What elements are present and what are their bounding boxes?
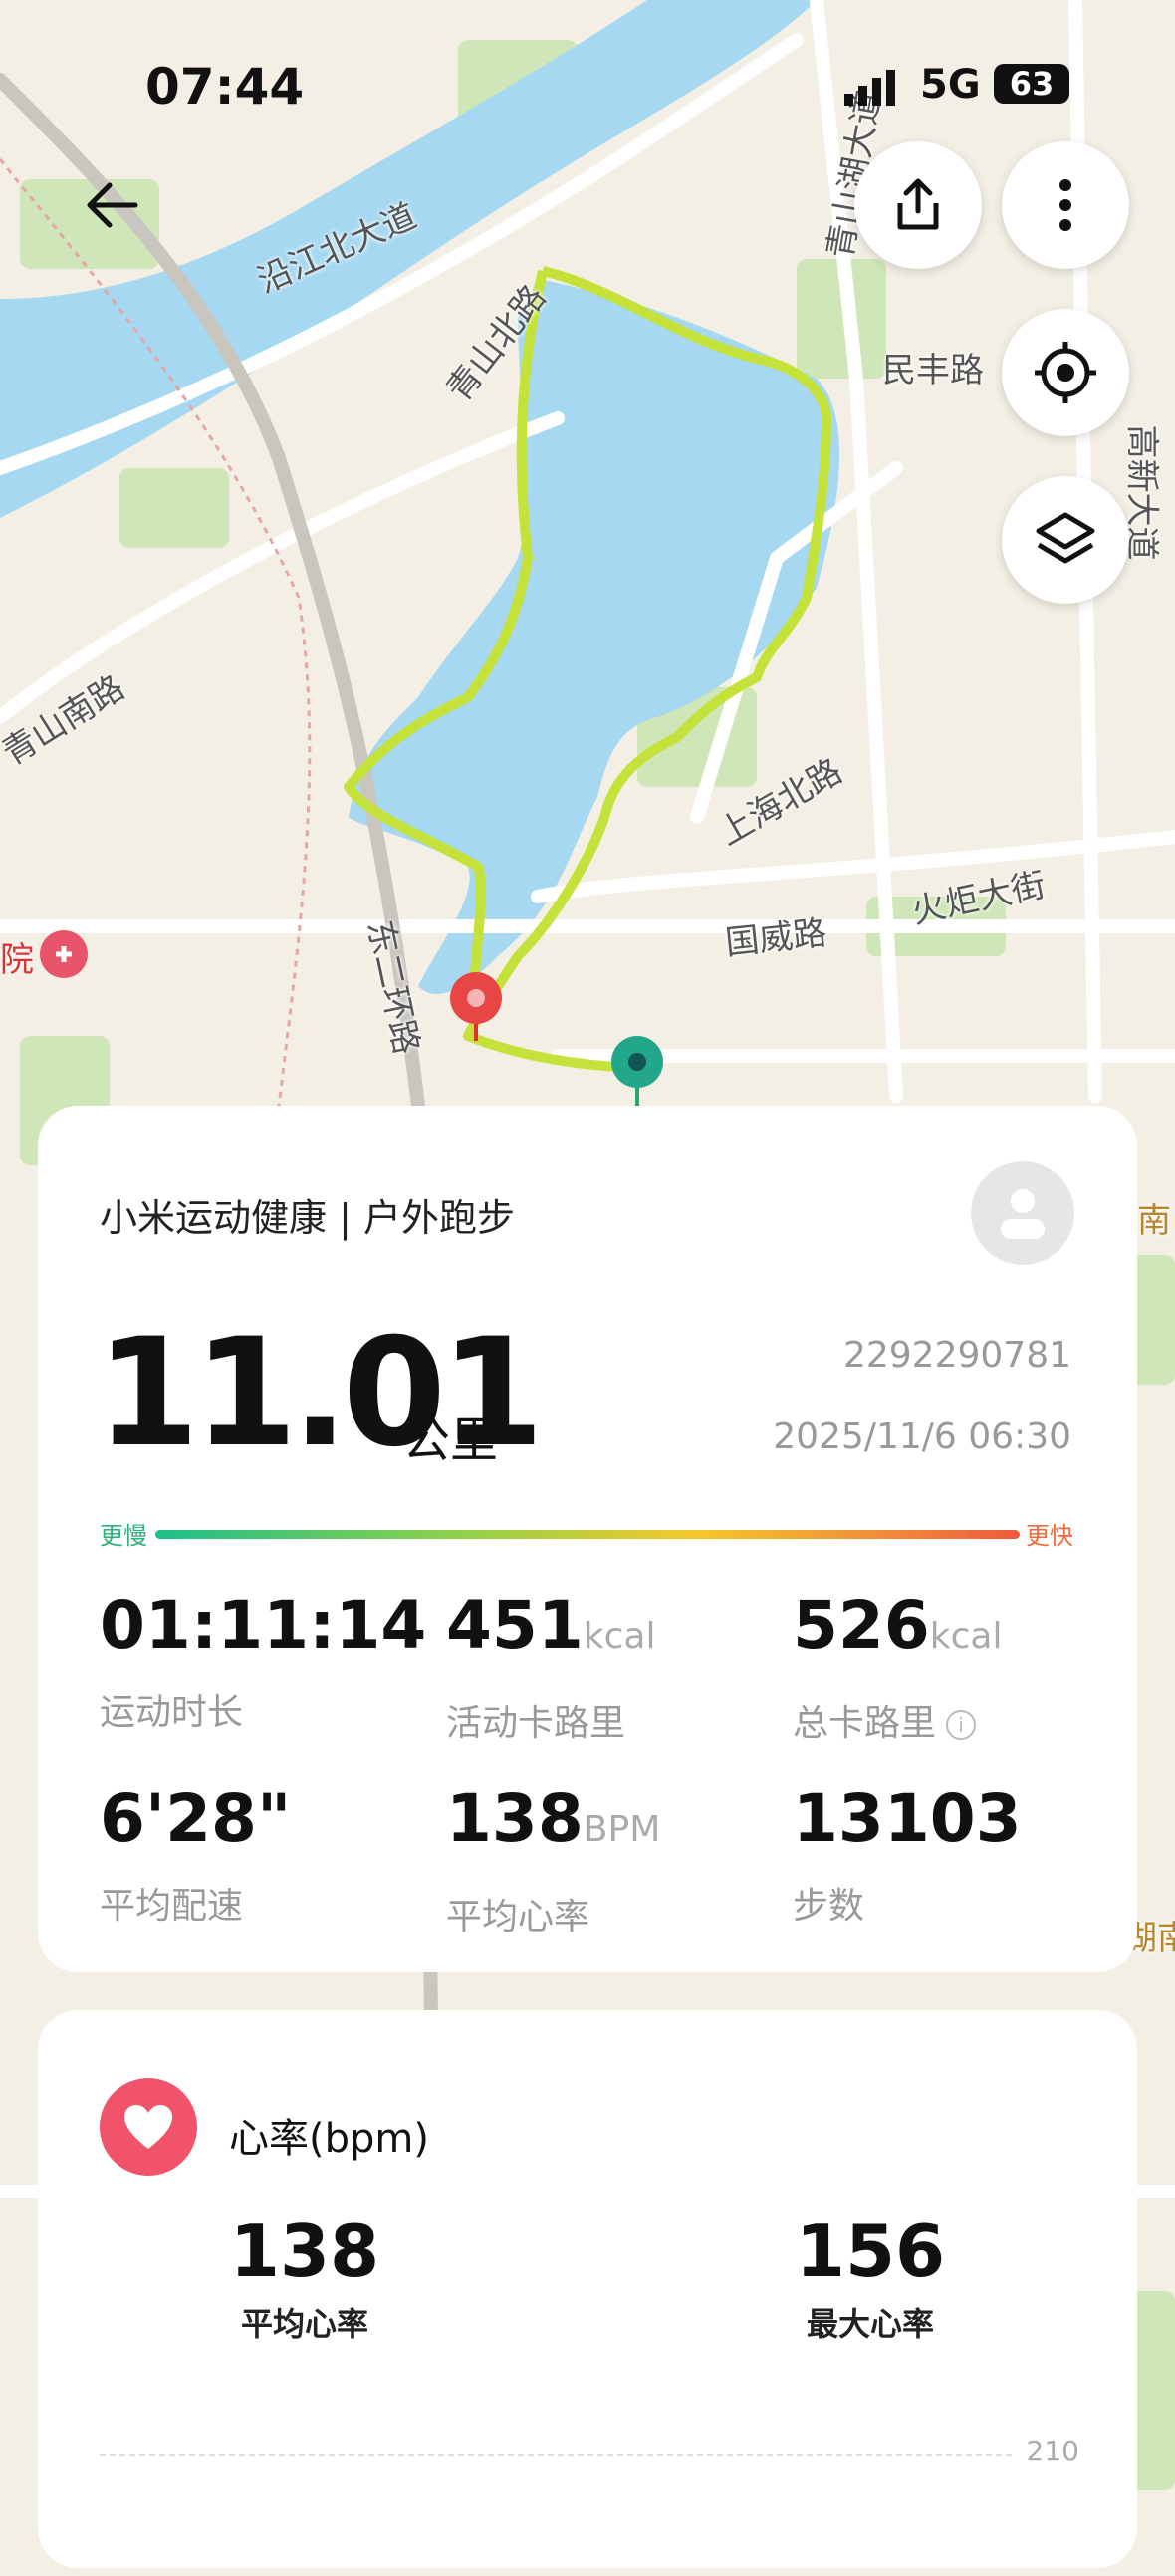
pace-slow-label: 更慢 xyxy=(100,1522,147,1550)
stat-value: 138 xyxy=(446,1780,584,1857)
stat-label: 平均心率 xyxy=(446,1897,590,1937)
back-arrow-icon[interactable] xyxy=(80,175,139,235)
stat-value: 526 xyxy=(793,1587,930,1664)
stat-steps: 13103 步数 xyxy=(793,1779,1111,1929)
heart-rate-axis-top: 210 xyxy=(1026,2435,1079,2467)
map-label-road: 民丰路 xyxy=(882,351,984,390)
stat-unit: kcal xyxy=(929,1616,1003,1657)
heart-rate-max: 156 最大心率 xyxy=(751,2209,990,2345)
heart-rate-avg: 138 平均心率 xyxy=(185,2209,424,2345)
share-icon xyxy=(897,178,939,230)
heart-rate-avg-value: 138 xyxy=(229,2209,380,2293)
heart-rate-chart xyxy=(100,2454,1012,2576)
stat-avg-heart-rate: 138BPM 平均心率 xyxy=(446,1779,765,1939)
more-vertical-icon xyxy=(1059,179,1071,231)
status-time: 07:44 xyxy=(145,58,305,116)
stat-value: 01:11:14 xyxy=(100,1587,427,1664)
stat-value: 6'28" xyxy=(100,1780,292,1857)
stat-label: 活动卡路里 xyxy=(446,1703,626,1744)
stat-label: 总卡路里 xyxy=(793,1703,937,1744)
stat-label: 平均配速 xyxy=(100,1886,244,1927)
stat-unit: BPM xyxy=(583,1809,661,1850)
network-type: 5G xyxy=(920,62,981,108)
heart-rate-avg-label: 平均心率 xyxy=(240,2305,368,2343)
workout-summary-card: 小米运动健康 | 户外跑步 11.01 公里 2292290781 2025/1… xyxy=(38,1106,1137,1972)
battery-icon: 63 xyxy=(994,64,1069,104)
layers-button[interactable] xyxy=(1002,476,1129,604)
heart-icon-badge xyxy=(100,2078,197,2176)
info-icon[interactable]: i xyxy=(946,1710,977,1740)
stat-avg-pace: 6'28" 平均配速 xyxy=(100,1779,418,1929)
status-bar: 07:44 5G 63 xyxy=(0,58,1175,118)
share-button[interactable] xyxy=(854,141,982,269)
heart-icon xyxy=(124,2105,172,2149)
stat-value: 13103 xyxy=(793,1780,1022,1857)
heart-rate-card[interactable]: 心率(bpm) 138 平均心率 156 最大心率 210 xyxy=(38,2010,1137,2568)
stat-value: 451 xyxy=(446,1587,584,1664)
heart-rate-title: 心率(bpm) xyxy=(229,2116,429,2162)
locate-icon xyxy=(1035,342,1096,403)
stat-unit: kcal xyxy=(583,1616,656,1657)
pace-fast-label: 更快 xyxy=(1026,1522,1073,1550)
avatar[interactable] xyxy=(971,1161,1074,1265)
stat-label: 步数 xyxy=(793,1886,865,1927)
record-id: 2292290781 xyxy=(842,1335,1071,1376)
more-options-button[interactable] xyxy=(1002,141,1129,269)
map-label-poi: 院 xyxy=(0,940,34,980)
layers-icon xyxy=(1036,512,1095,564)
map-label-edge: 南 xyxy=(1137,1201,1171,1241)
user-icon xyxy=(1001,1189,1045,1239)
pace-gradient-bar xyxy=(155,1530,1020,1539)
signal-icon xyxy=(844,70,895,106)
locate-button[interactable] xyxy=(1002,309,1129,436)
stat-total-calories: 526kcal 总卡路里 i xyxy=(793,1586,1111,1746)
distance-unit: 公里 xyxy=(402,1413,499,1468)
heart-rate-max-label: 最大心率 xyxy=(806,2305,934,2343)
source-title: 小米运动健康 | 户外跑步 xyxy=(100,1196,515,1240)
stat-active-calories: 451kcal 活动卡路里 xyxy=(446,1586,765,1746)
stat-duration: 01:11:14 运动时长 xyxy=(100,1586,426,1735)
stat-label: 运动时长 xyxy=(100,1692,244,1733)
heart-rate-max-value: 156 xyxy=(795,2209,946,2293)
record-datetime: 2025/11/6 06:30 xyxy=(773,1417,1071,1457)
